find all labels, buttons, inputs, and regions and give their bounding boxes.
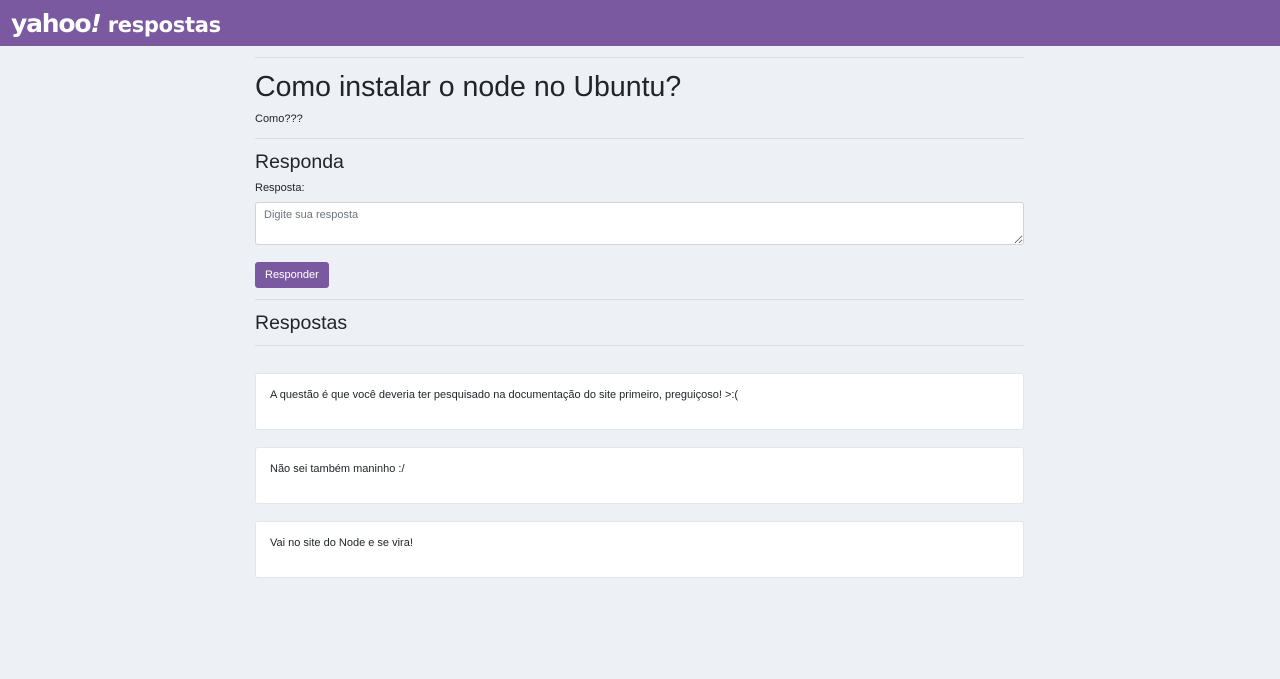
question-body: Como??? bbox=[255, 113, 303, 125]
answer-text: Não sei também maninho :/ bbox=[270, 463, 405, 475]
answer-text: A questão é que você deveria ter pesquis… bbox=[270, 389, 739, 401]
question-title: Como instalar o node no Ubuntu? bbox=[255, 71, 682, 103]
answer-card: Vai no site do Node e se vira! bbox=[255, 521, 1024, 578]
yahoo-respostas-logo[interactable]: yahoo ! respostas bbox=[11, 9, 221, 38]
main-content: Como instalar o node no Ubuntu? Como??? … bbox=[255, 46, 1024, 595]
answers-list: A questão é que você deveria ter pesquis… bbox=[255, 373, 1024, 578]
answer-card: A questão é que você deveria ter pesquis… bbox=[255, 373, 1024, 430]
divider bbox=[255, 57, 1024, 58]
submit-answer-button[interactable]: Responder bbox=[255, 262, 329, 288]
answers-title: Respostas bbox=[255, 312, 348, 334]
divider bbox=[255, 345, 1024, 346]
answer-text: Vai no site do Node e se vira! bbox=[270, 537, 413, 549]
answer-form: Responda Resposta: Responder bbox=[255, 150, 1024, 288]
answer-card: Não sei também maninho :/ bbox=[255, 447, 1024, 504]
logo-product-text: respostas bbox=[107, 12, 221, 37]
divider bbox=[255, 299, 1024, 300]
logo-yahoo-text: yahoo bbox=[11, 8, 92, 38]
answer-field-label: Resposta: bbox=[255, 182, 305, 194]
respond-title: Responda bbox=[255, 151, 344, 173]
answer-input[interactable] bbox=[255, 202, 1024, 245]
divider bbox=[255, 138, 1024, 139]
logo-bang-text: ! bbox=[90, 8, 102, 38]
top-navbar: yahoo ! respostas bbox=[0, 0, 1280, 46]
